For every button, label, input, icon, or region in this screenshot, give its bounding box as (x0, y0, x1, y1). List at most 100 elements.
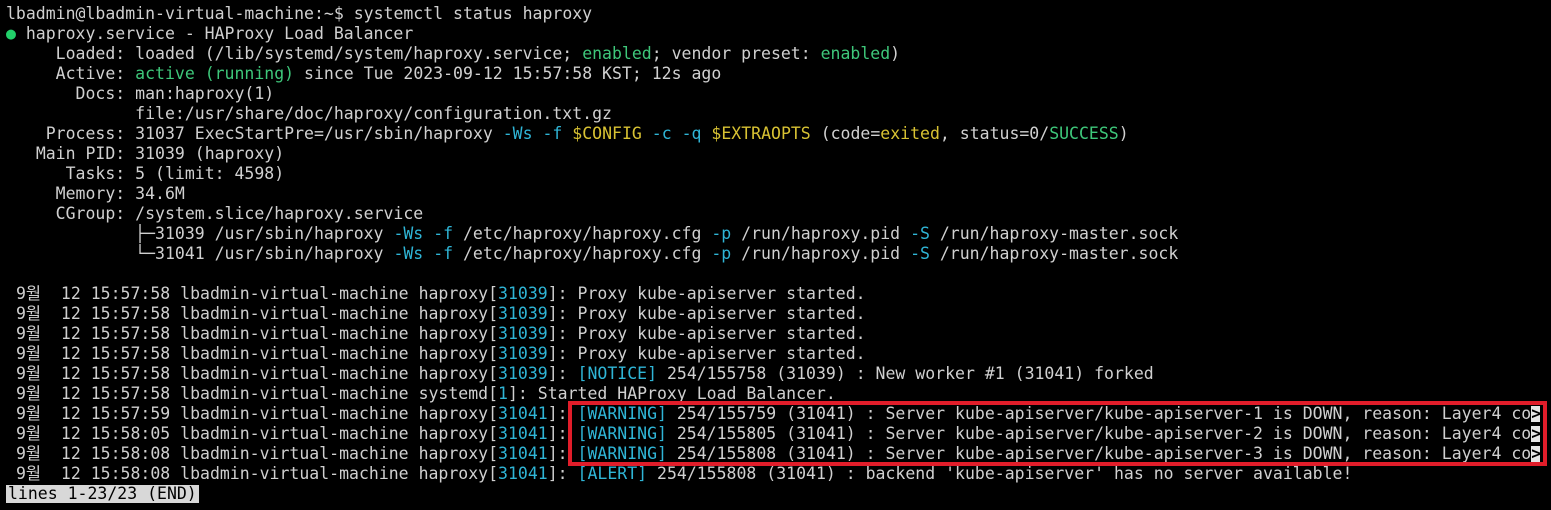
memory-label: Memory: (55, 184, 126, 203)
log-message: 254/155805 (31041) : Server kube-apiserv… (666, 424, 1532, 443)
memory-value: 34.6M (135, 184, 185, 203)
log-proc: haproxy (418, 364, 489, 383)
log-host: lbadmin-virtual-machine (180, 384, 409, 403)
process-var-config: $CONFIG (572, 124, 642, 143)
cgroup-proc: └─31041 /usr/sbin/haproxy -Ws -f /etc/ha… (6, 244, 1551, 264)
proc-flag-f: -f (433, 224, 454, 243)
proc-cfg: /etc/haproxy/haproxy.cfg (463, 244, 702, 263)
process-var-extra: $EXTRAOPTS (711, 124, 811, 143)
log-level-tag: [ALERT] (577, 464, 648, 483)
log-proc: systemd (418, 384, 489, 403)
docs-man: man:haproxy(1) (135, 84, 275, 103)
log-host: lbadmin-virtual-machine (180, 364, 409, 383)
log-host: lbadmin-virtual-machine (180, 464, 409, 483)
log-date: 9월 12 15:57:58 (15, 324, 171, 343)
log-proc: haproxy (418, 304, 489, 323)
proc-pidfile: /run/haproxy.pid (741, 224, 901, 243)
prompt-command: systemctl status haproxy (353, 4, 593, 23)
log-host: lbadmin-virtual-machine (180, 424, 409, 443)
log-pid: 31041 (498, 464, 548, 483)
prompt-line: lbadmin@lbadmin-virtual-machine:~$ syste… (6, 4, 1551, 24)
log-date: 9월 12 15:58:08 (15, 444, 171, 463)
log-pid: 31039 (498, 364, 548, 383)
cgroup-value: /system.slice/haproxy.service (135, 204, 424, 223)
log-message: : Proxy kube-apiserver started. (557, 324, 866, 343)
log-pid: 31039 (498, 324, 548, 343)
proc-flag-s: -S (910, 244, 930, 263)
pager-status-line: lines 1-23/23 (END) (6, 484, 1551, 504)
log-date: 9월 12 15:57:58 (15, 344, 171, 363)
memory-line: Memory: 34.6M (6, 184, 1551, 204)
log-level-tag: [WARNING] (577, 424, 667, 443)
log-line: 9월 12 15:58:05 lbadmin-virtual-machine h… (15, 424, 1542, 443)
log-proc: haproxy (418, 424, 489, 443)
active-label: Active: (55, 64, 126, 83)
log-line: 9월 12 15:57:58 lbadmin-virtual-machine h… (15, 344, 866, 363)
process-code: exited (880, 124, 940, 143)
docs-label: Docs: (75, 84, 126, 103)
process-flag-f: -f (542, 124, 563, 143)
log-message: 254/155758 (31039) : New worker #1 (3104… (657, 364, 1154, 383)
terminal-window[interactable]: lbadmin@lbadmin-virtual-machine:~$ syste… (0, 0, 1551, 510)
log-message: 254/155808 (31041) : backend 'kube-apise… (647, 464, 1353, 483)
log-date: 9월 12 15:58:05 (15, 424, 171, 443)
log-pid: 31039 (498, 344, 548, 363)
log-message: 254/155808 (31041) : Server kube-apiserv… (666, 444, 1532, 463)
log-proc: haproxy (418, 284, 489, 303)
loaded-label: Loaded: (55, 44, 126, 63)
log-pid: 31041 (498, 424, 548, 443)
log-line: 9월 12 15:58:08 lbadmin-virtual-machine h… (15, 444, 1542, 463)
process-line: Process: 31037 ExecStartPre=/usr/sbin/ha… (6, 124, 1551, 144)
tree-branch: └─ (135, 244, 156, 263)
log-level-tag: [WARNING] (577, 404, 667, 423)
log-message: 254/155759 (31041) : Server kube-apiserv… (666, 404, 1532, 423)
loaded-line: Loaded: loaded (/lib/systemd/system/hapr… (6, 44, 1551, 64)
tree-branch: ├─ (135, 224, 156, 243)
truncation-marker-icon: > (1531, 404, 1542, 423)
loaded-enabled: enabled (582, 44, 652, 63)
main-pid-line: Main PID: 31039 (haproxy) (6, 144, 1551, 164)
service-header: ● haproxy.service - HAProxy Load Balance… (6, 24, 1551, 44)
process-cmd: 31037 ExecStartPre=/usr/sbin/haproxy (135, 124, 503, 143)
log-proc: haproxy (418, 404, 489, 423)
status-dot-icon: ● (6, 24, 16, 43)
active-state: active (running) (135, 64, 295, 83)
loaded-preset: enabled (820, 44, 891, 63)
process-close: ) (1118, 124, 1129, 143)
proc-flag-s: -S (910, 224, 930, 243)
proc-flag-p: -p (711, 224, 732, 243)
prompt-user-host: lbadmin@lbadmin-virtual-machine:~$ (6, 4, 344, 23)
docs-file: file:/usr/share/doc/haproxy/configuratio… (135, 104, 612, 123)
tasks-label: Tasks: (65, 164, 126, 183)
docs-line: Docs: man:haproxy(1) (6, 84, 1551, 104)
tasks-value: 5 (limit: 4598) (135, 164, 285, 183)
proc-flag-p: -p (711, 244, 732, 263)
proc-pidfile: /run/haproxy.pid (741, 244, 901, 263)
log-pid: 31041 (498, 444, 548, 463)
docs-line-2: file:/usr/share/doc/haproxy/configuratio… (6, 104, 1551, 124)
log-proc: haproxy (418, 344, 489, 363)
truncation-marker-icon: > (1531, 424, 1542, 443)
proc-sock: /run/haproxy-master.sock (939, 224, 1179, 243)
log-host: lbadmin-virtual-machine (180, 344, 409, 363)
log-pid: 31039 (498, 304, 548, 323)
tasks-line: Tasks: 5 (limit: 4598) (6, 164, 1551, 184)
log-date: 9월 12 15:58:08 (15, 464, 171, 483)
log-host: lbadmin-virtual-machine (180, 444, 409, 463)
proc-sock: /run/haproxy-master.sock (939, 244, 1179, 263)
log-pid: 1 (498, 384, 508, 403)
truncation-marker-icon: > (1531, 444, 1542, 463)
log-proc: haproxy (418, 464, 489, 483)
log-proc: haproxy (418, 444, 489, 463)
process-flag-c: -c (651, 124, 672, 143)
proc-flag-ws: -Ws (393, 244, 424, 263)
log-host: lbadmin-virtual-machine (180, 304, 409, 323)
log-line: 9월 12 15:57:58 lbadmin-virtual-machine h… (15, 324, 866, 343)
loaded-mid: ; vendor preset: (651, 44, 821, 63)
process-status-pre: , status=0/ (939, 124, 1050, 143)
process-flag-ws: -Ws (502, 124, 533, 143)
log-line: 9월 12 15:57:58 lbadmin-virtual-machine h… (15, 284, 866, 303)
service-title: haproxy.service - HAProxy Load Balancer (25, 24, 414, 43)
log-date: 9월 12 15:57:58 (15, 364, 171, 383)
